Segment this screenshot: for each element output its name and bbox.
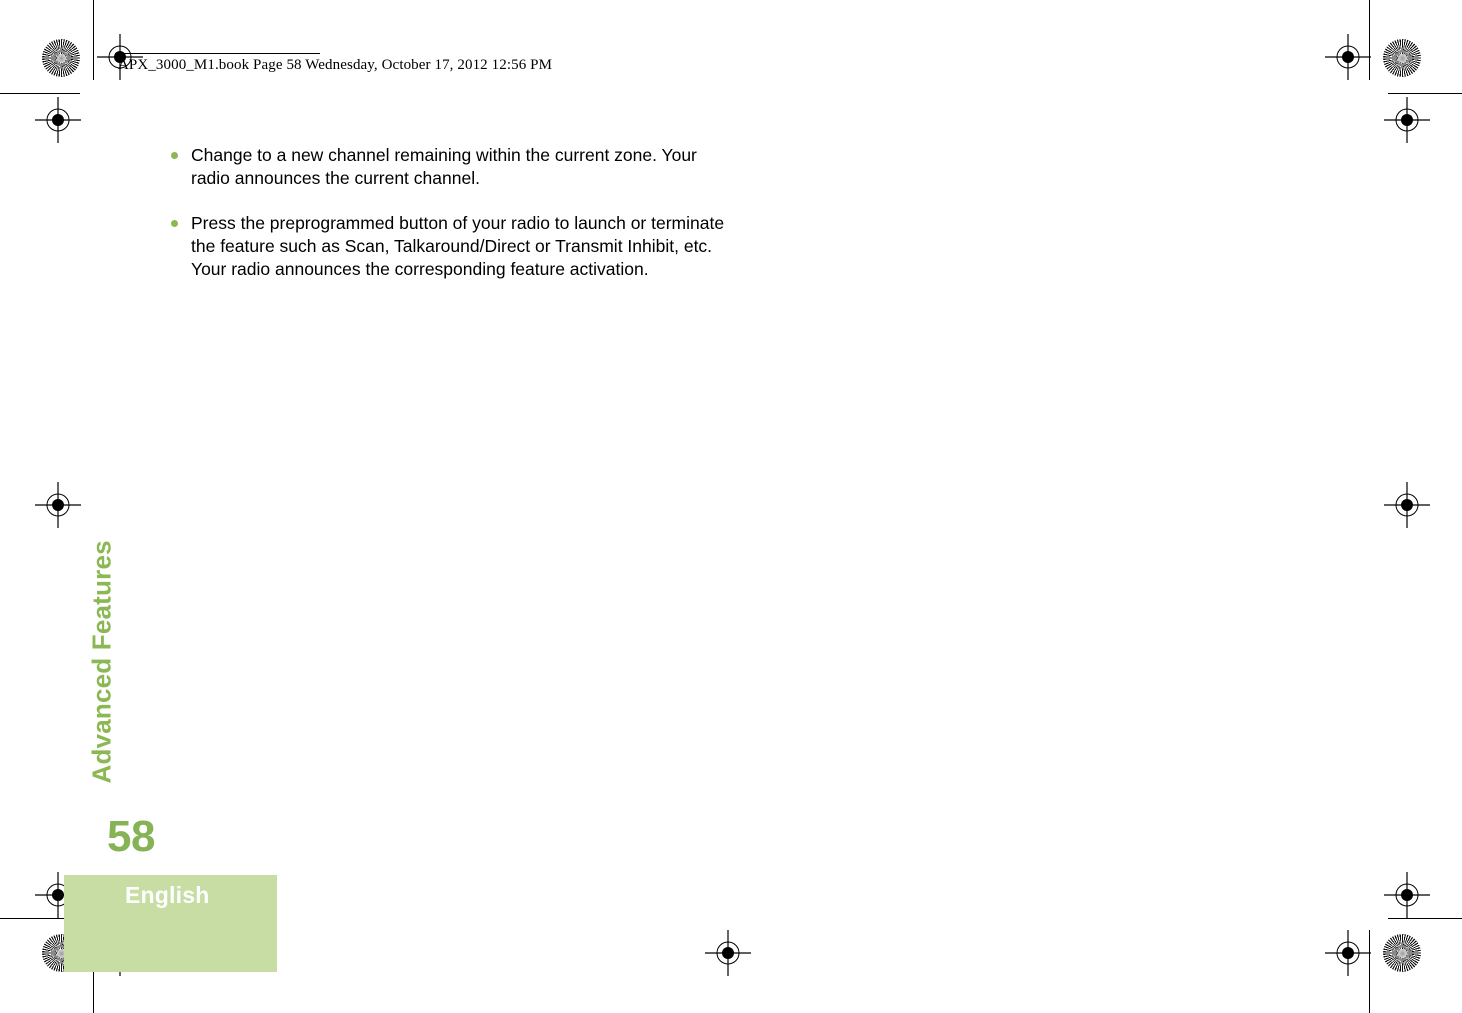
trim-line-right-bottom — [1369, 930, 1370, 1013]
registration-mark-bottom-center-left — [705, 930, 751, 976]
registration-mark-right-lower — [1384, 872, 1430, 918]
header-file-info: APX_3000_M1.book Page 58 Wednesday, Octo… — [118, 57, 553, 73]
trim-line-bottom-right — [1388, 918, 1462, 919]
registration-mark-right-middle — [1384, 482, 1430, 528]
list-item-text: Press the preprogrammed button of your r… — [191, 213, 725, 279]
registration-mark-left-middle — [35, 482, 81, 528]
bullet-dot-icon — [171, 220, 178, 227]
registration-mark-bottom-right-inner — [1325, 930, 1371, 976]
star-target-top-left — [42, 39, 80, 77]
trim-line-left-top — [93, 0, 94, 80]
main-content: Change to a new channel remaining within… — [168, 144, 728, 281]
trim-line-top-right — [1388, 93, 1462, 94]
header-rule — [115, 53, 320, 54]
trim-line-top-left — [0, 93, 80, 94]
registration-mark-left-upper — [35, 97, 81, 143]
chapter-tab-advanced-features: Advanced Features — [86, 540, 117, 784]
list-item: Press the preprogrammed button of your r… — [168, 212, 728, 281]
bullet-dot-icon — [171, 152, 178, 159]
star-target-bottom-right — [1383, 934, 1421, 972]
registration-mark-top-right-inner — [1325, 34, 1371, 80]
registration-mark-right-upper — [1384, 97, 1430, 143]
language-label: English — [125, 882, 210, 908]
page-number: 58 — [107, 812, 155, 861]
list-item-text: Change to a new channel remaining within… — [191, 145, 697, 188]
list-item: Change to a new channel remaining within… — [168, 144, 728, 190]
trim-line-right-top — [1369, 0, 1370, 80]
star-target-top-right — [1383, 39, 1421, 77]
